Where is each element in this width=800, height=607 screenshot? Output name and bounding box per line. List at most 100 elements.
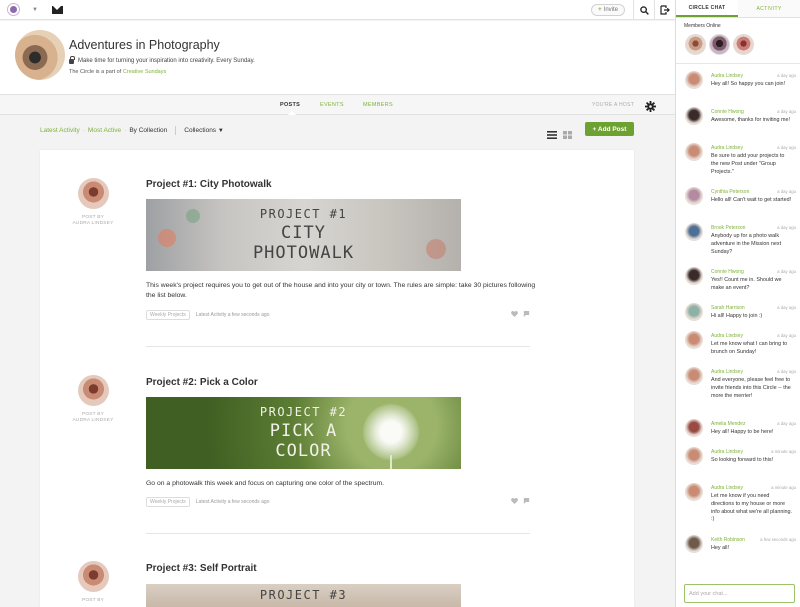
chat-avatar[interactable] [685,419,703,437]
post-banner[interactable]: PROJECT #1 CITY PHOTOWALK [146,199,461,271]
chat-author-name[interactable]: Brook Peterson [711,225,745,231]
gear-icon[interactable] [645,99,656,117]
chat-author-name[interactable]: Keith Robinson [711,537,745,543]
chat-message: Sarah Harrison a day ago Hi all! Happy to … [676,300,800,328]
chat-message: Amelia Mendez a day ago Hey all! Happy to … [676,416,800,444]
post-title[interactable]: Project #2: Pick a Color [146,377,258,388]
author-avatar[interactable] [78,375,109,406]
circle-title: Adventures in Photography [69,38,220,52]
invite-button[interactable]: + Invite [591,4,625,16]
post-author-name: AUDRA LINDSEY [72,221,114,226]
chat-author-name[interactable]: Connie Hwong [711,109,744,115]
chat-avatar[interactable] [685,223,703,241]
post-by-label: POST BY [81,598,105,603]
post-title[interactable]: Project #1: City Photowalk [146,179,272,190]
tab-circle-chat[interactable]: CIRCLE CHAT [676,0,738,17]
collections-label: Collections [184,127,217,134]
chat-author-name[interactable]: Connie Hwong [711,269,744,275]
collection-tag[interactable]: Weekly Projects [146,497,190,507]
tab-posts[interactable]: POSTS [280,102,300,108]
parent-circle-link[interactable]: Creative Sundays [123,69,166,75]
chat-avatar[interactable] [685,303,703,321]
tab-events[interactable]: EVENTS [320,102,344,108]
search-icon[interactable] [634,0,654,20]
chat-author-name[interactable]: Audra Lindsey [711,369,743,375]
chat-timestamp: a few seconds ago [760,537,796,542]
collections-dropdown[interactable]: Collections ▼ [184,127,224,134]
post-author: POST BY [58,598,128,604]
circle-header: Adventures in Photography Make time for … [0,21,675,94]
chat-avatar[interactable] [685,143,703,161]
chat-timestamp: a day ago [777,333,796,338]
chat-message-list[interactable]: Audra Lindsey a day ago Hey all! So happy … [676,68,800,573]
comment-icon[interactable] [523,311,530,319]
chat-author-name[interactable]: Amelia Mendez [711,421,745,427]
filter-most-active[interactable]: Most Active [88,127,121,134]
caret-down-icon: ▼ [217,128,224,134]
banner-line-1: PROJECT #3 [259,588,348,602]
chat-timestamp: a minute ago [771,485,796,490]
chat-author-name[interactable]: Cynthia Peterson [711,189,749,195]
chat-message: Audra Lindsey a day ago Be sure to add you… [676,140,800,184]
post-banner[interactable]: PROJECT #3 [146,584,461,607]
list-view-icon[interactable] [547,126,557,144]
chat-avatar[interactable] [685,367,703,385]
latest-activity-time: Latest Activity a few seconds ago [195,499,270,505]
post-description: This week's project requires you to get … [146,282,536,299]
author-avatar[interactable] [78,561,109,592]
online-member-avatar[interactable] [685,34,706,55]
add-post-button[interactable]: + Add Post [585,122,634,136]
chat-author-name[interactable]: Audra Lindsey [711,449,743,455]
logout-icon[interactable] [655,0,675,20]
chat-timestamp: a day ago [777,305,796,310]
heart-icon[interactable] [511,498,518,506]
grid-view-icon[interactable] [563,126,572,144]
chat-avatar[interactable] [685,483,703,501]
heart-icon[interactable] [511,311,518,319]
chat-message: Connie Hwong a day ago Awesome, thanks for… [676,104,800,140]
online-member-avatar[interactable] [709,34,730,55]
chat-author-name[interactable]: Audra Lindsey [711,485,743,491]
chat-message-text: So looking forward to this! [711,457,774,463]
post-title[interactable]: Project #3: Self Portrait [146,563,257,574]
chat-avatar[interactable] [685,187,703,205]
chat-message: Cynthia Peterson a day ago Hello all! Can'… [676,184,800,220]
author-avatar[interactable] [78,178,109,209]
chat-avatar[interactable] [685,535,703,553]
chat-avatar[interactable] [685,71,703,89]
banner-line-2: PICK A [269,421,338,441]
chat-message-text: Be sure to add your projects to the new … [711,153,785,175]
chat-message-text: Yes!! Count me in. Should we make an eve… [711,277,782,291]
tab-activity[interactable]: ACTIVITY [738,0,800,17]
post-meta: Weekly Projects Latest Activity a few se… [146,310,530,320]
filter-latest-activity[interactable]: Latest Activity [40,127,80,134]
chat-avatar[interactable] [685,107,703,125]
chat-author-name[interactable]: Audra Lindsey [711,73,743,79]
chat-input[interactable] [684,584,795,603]
chat-avatar[interactable] [685,447,703,465]
chat-message: Brook Peterson a day ago Anybody up for a … [676,220,800,264]
chat-author-name[interactable]: Audra Lindsey [711,145,743,151]
chat-avatar[interactable] [685,331,703,349]
comment-icon[interactable] [523,498,530,506]
chat-author-name[interactable]: Audra Lindsey [711,333,743,339]
chat-message-text: Hi all! Happy to join :) [711,313,763,319]
banner-line-3: PHOTOWALK [252,243,355,263]
collection-tag[interactable]: Weekly Projects [146,310,190,320]
chat-timestamp: a day ago [777,225,796,230]
chat-timestamp: a day ago [777,145,796,150]
chat-message-text: Hey all! [711,545,729,551]
tab-members[interactable]: MEMBERS [363,102,393,108]
post-divider [146,533,530,534]
online-member-avatar[interactable] [733,34,754,55]
post-banner[interactable]: PROJECT #2 PICK A COLOR [146,397,461,469]
chat-avatar[interactable] [685,267,703,285]
chat-author-name[interactable]: Sarah Harrison [711,305,745,311]
mail-icon[interactable] [51,5,63,14]
chat-timestamp: a day ago [777,109,796,114]
chat-message: Audra Lindsey a minute ago Let me know if … [676,480,800,532]
circle-logo-icon[interactable] [7,3,20,16]
chat-timestamp: a day ago [777,421,796,426]
filter-by-collection[interactable]: By Collection [129,127,167,134]
chevron-down-icon[interactable]: ▼ [32,7,38,13]
